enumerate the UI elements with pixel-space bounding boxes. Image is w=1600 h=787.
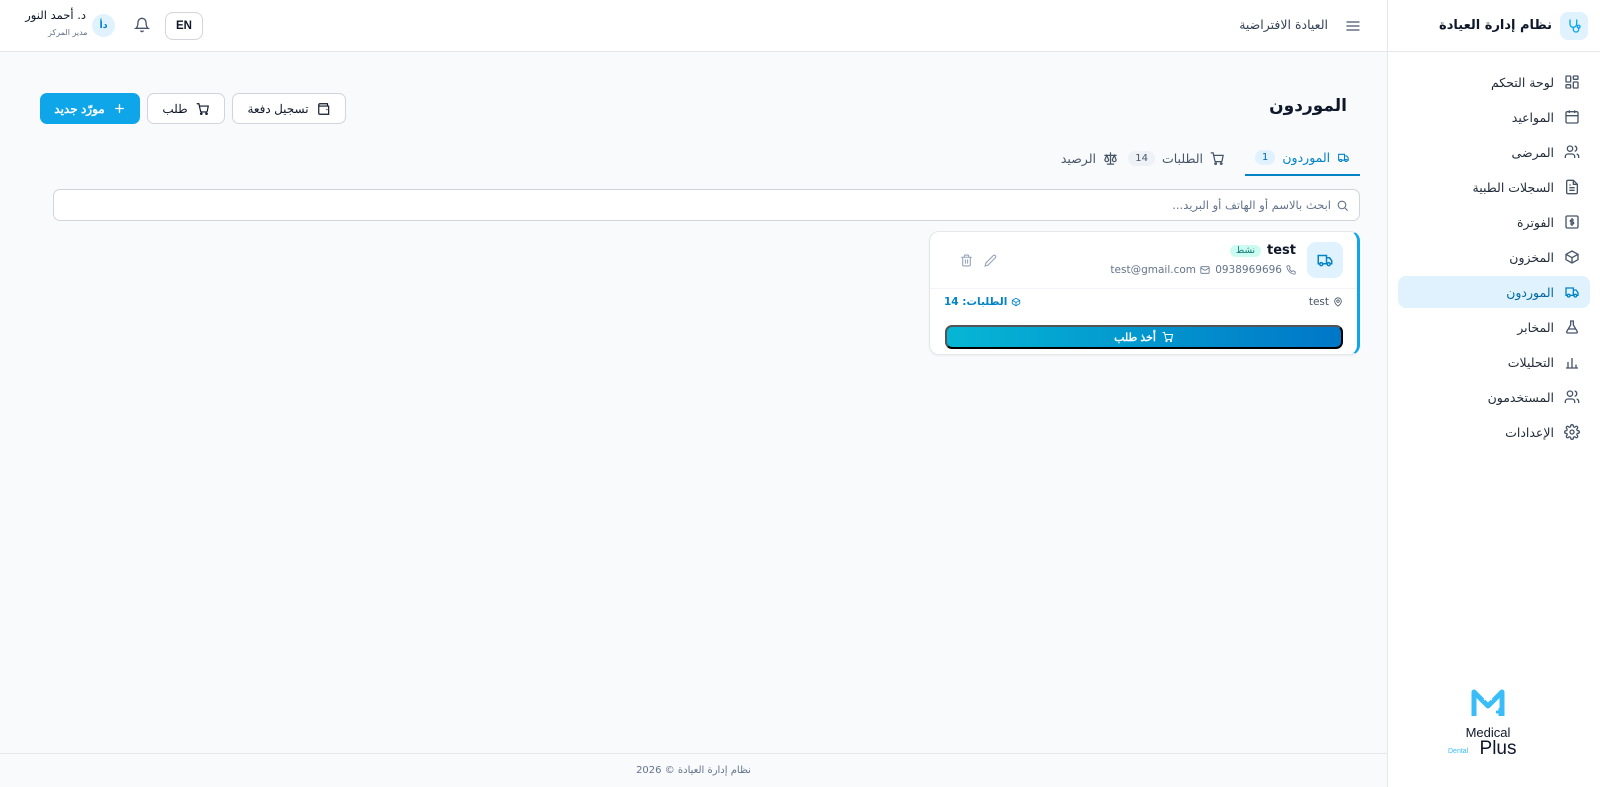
sidebar-item-label: المرضى: [1511, 144, 1554, 160]
sidebar-item-analytics[interactable]: التحليلات: [1398, 346, 1590, 378]
plus-icon: [114, 104, 124, 113]
medical-plus-logo: Medical Plus Dental: [1448, 686, 1528, 758]
sidebar-item-label: الموردون: [1506, 284, 1554, 300]
dollar-icon: [1565, 215, 1579, 229]
bar-chart-icon: [1566, 358, 1578, 369]
supplier-name: test: [1267, 243, 1296, 258]
users-icon: [1564, 145, 1580, 158]
supplier-orders-text: الطلبات: 14: [944, 296, 1008, 308]
sidebar-item-patients[interactable]: المرضى: [1398, 136, 1590, 168]
supplier-card: test نشط 0938969696 test@gmail.com test …: [929, 231, 1360, 355]
sidebar-item-settings[interactable]: الإعدادات: [1398, 416, 1590, 448]
tab-label: الطلبات: [1161, 150, 1203, 166]
user-role: مدير المركز: [48, 28, 88, 37]
brand: نظام إدارة العيادة: [1388, 0, 1600, 52]
sidebar-item-dashboard[interactable]: لوحة التحكم: [1398, 66, 1590, 98]
supplier-phone-text: 0938969696: [1215, 264, 1282, 276]
sidebar-item-billing[interactable]: الفوترة: [1398, 206, 1590, 238]
truck-icon: [1338, 153, 1349, 162]
sidebar-item-label: التحليلات: [1507, 354, 1554, 370]
cart-icon: [196, 102, 209, 115]
map-pin-icon: [1334, 297, 1342, 307]
take-order-label: أخذ طلب: [1114, 331, 1156, 344]
search-icon: [1337, 200, 1348, 211]
sidebar-item-suppliers[interactable]: الموردون: [1398, 276, 1590, 308]
sidebar-item-label: المخابر: [1517, 319, 1554, 335]
box-icon: [1565, 250, 1579, 264]
search-input[interactable]: [81, 190, 1331, 220]
footer-text: نظام إدارة العيادة © 2026: [636, 765, 751, 776]
page-title: الموردون: [1269, 96, 1347, 116]
top-header: العيادة الافتراضية EN دأ د. أحمد النور م…: [0, 0, 1387, 52]
dashboard-icon: [1565, 75, 1579, 89]
supplier-address: test: [1309, 296, 1343, 308]
scale-icon: [1104, 151, 1117, 165]
supplier-email-text: test@gmail.com: [1110, 264, 1196, 276]
take-order-button[interactable]: أخذ طلب: [945, 325, 1343, 349]
users-icon: [1564, 390, 1580, 403]
tab-label: الرصيد: [1060, 150, 1096, 166]
cart-icon: [1162, 332, 1174, 343]
tabs: الموردون 1 الطلبات 14 الرصيد: [253, 140, 1360, 176]
flask-icon: [1565, 320, 1579, 334]
calendar-icon: [1565, 110, 1579, 124]
menu-icon[interactable]: [1345, 18, 1361, 34]
new-supplier-button[interactable]: مورّد جديد: [40, 93, 140, 124]
user-name: د. أحمد النور: [25, 8, 86, 22]
avatar[interactable]: دأ: [92, 14, 115, 37]
mail-icon: [1200, 266, 1210, 274]
sidebar: نظام إدارة العيادة لوحة التحكم المواعيد …: [1387, 0, 1600, 787]
trash-icon[interactable]: [960, 254, 973, 267]
box-icon: [1012, 297, 1021, 307]
supplier-address-text: test: [1308, 296, 1329, 308]
logo-word-dental: Dental: [1448, 748, 1469, 755]
sidebar-item-appointments[interactable]: المواعيد: [1398, 101, 1590, 133]
tab-count-badge: 1: [1255, 149, 1276, 165]
status-badge: نشط: [1229, 245, 1261, 257]
sidebar-item-label: لوحة التحكم: [1490, 74, 1554, 90]
sidebar-item-inventory[interactable]: المخزون: [1398, 241, 1590, 273]
tab-orders[interactable]: الطلبات 14: [1118, 140, 1235, 176]
footer: نظام إدارة العيادة © 2026: [0, 753, 1387, 787]
search-box: [53, 189, 1360, 221]
new-supplier-label: مورّد جديد: [54, 101, 105, 116]
order-button[interactable]: طلب: [147, 93, 225, 124]
gear-icon: [1564, 424, 1580, 440]
logo-word-plus: Plus: [1479, 738, 1517, 759]
document-icon: [1566, 179, 1578, 195]
supplier-orders-count[interactable]: الطلبات: 14: [944, 296, 1021, 308]
tab-label: الموردون: [1282, 149, 1331, 165]
tab-suppliers[interactable]: الموردون 1: [1245, 140, 1360, 176]
clinic-name[interactable]: العيادة الافتراضية: [1239, 17, 1328, 32]
order-label: طلب: [162, 101, 188, 116]
sidebar-item-label: الإعدادات: [1505, 424, 1554, 440]
sidebar-item-users[interactable]: المستخدمون: [1398, 381, 1590, 413]
tooth-logo-icon: [1448, 686, 1528, 724]
sidebar-item-label: الفوترة: [1517, 214, 1554, 230]
truck-icon: [1565, 287, 1579, 298]
record-payment-button[interactable]: تسجيل دفعة: [232, 93, 346, 124]
divider: [930, 288, 1357, 289]
phone-icon: [1286, 265, 1296, 275]
tab-count-badge: 14: [1128, 150, 1155, 166]
stethoscope-icon: [1560, 11, 1588, 40]
bell-icon[interactable]: [134, 17, 150, 33]
sidebar-item-label: السجلات الطبية: [1472, 179, 1554, 195]
sidebar-item-labs[interactable]: المخابر: [1398, 311, 1590, 343]
sidebar-item-label: المستخدمون: [1487, 389, 1554, 405]
sidebar-item-medical-records[interactable]: السجلات الطبية: [1398, 171, 1590, 203]
sidebar-nav: لوحة التحكم المواعيد المرضى السجلات الطب…: [1388, 52, 1600, 448]
sidebar-item-label: المخزون: [1509, 249, 1554, 265]
cart-icon: [1210, 151, 1224, 165]
supplier-phone: 0938969696: [1215, 264, 1296, 276]
tab-balance[interactable]: الرصيد: [1051, 140, 1128, 176]
wallet-icon: [317, 102, 329, 115]
record-payment-label: تسجيل دفعة: [247, 101, 309, 116]
language-toggle-button[interactable]: EN: [165, 12, 203, 40]
brand-title: نظام إدارة العيادة: [1439, 18, 1552, 33]
pencil-icon[interactable]: [984, 254, 997, 267]
truck-icon: [1307, 242, 1343, 278]
sidebar-item-label: المواعيد: [1511, 109, 1554, 125]
supplier-email: test@gmail.com: [1110, 264, 1210, 276]
